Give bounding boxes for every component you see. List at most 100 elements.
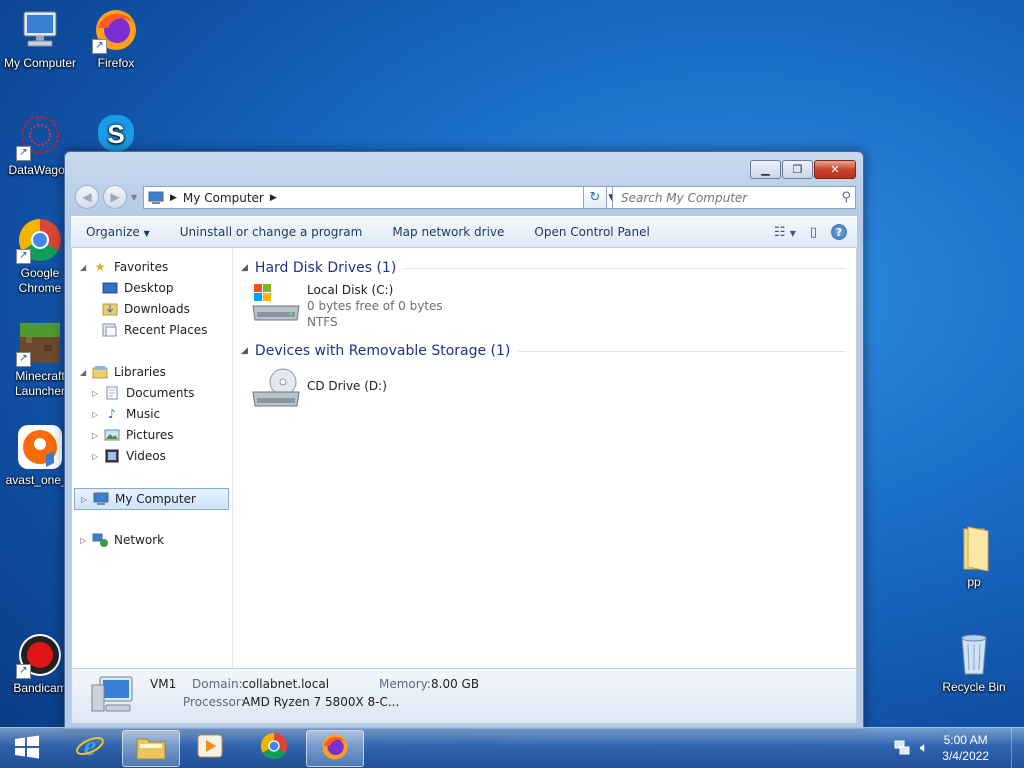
desktop-icon-firefox[interactable]: ↗ Firefox: [76, 6, 156, 71]
group-divider: [404, 267, 846, 269]
expand-icon[interactable]: ▷: [80, 536, 90, 545]
avast-icon: [16, 423, 64, 471]
domain-label: Domain:: [192, 677, 243, 691]
sidebar-item-network[interactable]: ▷ Network: [80, 530, 164, 550]
documents-icon: [104, 385, 120, 401]
clock[interactable]: 5:00 AM 3/4/2022: [942, 732, 989, 764]
minimize-button[interactable]: ▁: [750, 160, 781, 179]
search-box[interactable]: ⚲: [612, 186, 856, 209]
datawagon-icon: ↗: [16, 113, 64, 161]
sidebar-item-desktop[interactable]: Desktop: [102, 278, 174, 298]
taskbar-google-chrome[interactable]: [246, 730, 302, 765]
expand-icon[interactable]: ▷: [92, 452, 102, 461]
back-button[interactable]: ◀: [75, 185, 99, 209]
navigation-pane: ◢ ★ Favorites Desktop Downloads Recent P…: [72, 248, 233, 668]
drive-local-disk-c[interactable]: Local Disk (C:) 0 bytes free of 0 bytes …: [251, 282, 443, 330]
minimize-icon: ▁: [761, 163, 770, 176]
desktop-icon-my-computer[interactable]: My Computer: [0, 6, 80, 71]
restore-icon: ❐: [792, 163, 803, 176]
sidebar-item-music[interactable]: ▷ ♪ Music: [92, 404, 160, 424]
windows-logo-icon: [13, 735, 41, 762]
sidebar-item-label: Documents: [126, 386, 195, 400]
desktop-icon-recycle-bin[interactable]: Recycle Bin: [934, 630, 1014, 695]
expand-icon[interactable]: ▷: [81, 495, 91, 504]
collapse-group-icon[interactable]: ◢: [241, 346, 248, 356]
address-bar[interactable]: ▶ My Computer ▶ ▼: [143, 186, 621, 209]
desktop-icon-label: My Computer: [3, 56, 77, 70]
libraries-icon: [92, 364, 108, 380]
group-header-removable-storage[interactable]: ◢ Devices with Removable Storage (1): [241, 341, 846, 361]
search-input[interactable]: [619, 189, 833, 206]
expand-icon[interactable]: ▷: [92, 389, 102, 398]
shortcut-arrow-icon: ↗: [16, 249, 31, 264]
system-tray: 🔈︎ 5:00 AM 3/4/2022: [894, 728, 1024, 768]
sidebar-item-documents[interactable]: ▷ Documents: [92, 383, 194, 403]
navigation-bar: ◀ ▶ ▼ ▶ My Computer ▶ ▼ ↻ ⚲: [75, 184, 857, 210]
forward-button[interactable]: ▶: [103, 185, 127, 209]
firefox-icon: ↗: [92, 6, 140, 54]
sidebar-item-label: Videos: [126, 449, 166, 463]
breadcrumb-arrow-icon[interactable]: ▶: [270, 193, 277, 203]
cd-drive-icon: [251, 366, 301, 410]
collapse-icon[interactable]: ◢: [80, 263, 90, 272]
group-header-hard-disks[interactable]: ◢ Hard Disk Drives (1): [241, 258, 846, 278]
drive-free-space: 0 bytes free of 0 bytes: [307, 299, 443, 313]
search-icon[interactable]: ⚲: [841, 190, 851, 205]
uninstall-program-button[interactable]: Uninstall or change a program: [165, 225, 378, 239]
sidebar-item-pictures[interactable]: ▷ Pictures: [92, 425, 174, 445]
network-status-icon[interactable]: [894, 739, 910, 758]
drive-cd-d[interactable]: CD Drive (D:): [251, 366, 387, 410]
sidebar-item-videos[interactable]: ▷ Videos: [92, 446, 166, 466]
taskbar-media-player[interactable]: [182, 730, 238, 765]
details-pane: VM1 Domain: collabnet.local Memory: 8.00…: [71, 668, 857, 724]
group-title: Devices with Removable Storage (1): [254, 343, 511, 359]
taskbar-firefox[interactable]: [306, 730, 364, 767]
hard-drive-icon: [251, 282, 301, 326]
drive-name: CD Drive (D:): [307, 379, 387, 393]
sidebar-item-label: Libraries: [114, 365, 166, 379]
shortcut-arrow-icon: ↗: [16, 146, 31, 161]
preview-pane-icon[interactable]: ▯: [810, 225, 817, 240]
breadcrumb-arrow-icon[interactable]: ▶: [170, 193, 177, 203]
clock-time: 5:00 AM: [943, 733, 988, 747]
start-button[interactable]: [4, 731, 50, 765]
close-icon: ✕: [830, 163, 840, 176]
sidebar-item-downloads[interactable]: Downloads: [102, 299, 190, 319]
organize-button[interactable]: Organize ▼: [71, 225, 165, 239]
help-icon[interactable]: ?: [831, 224, 847, 240]
sidebar-item-my-computer[interactable]: ▷ My Computer: [74, 488, 229, 510]
clock-date: 3/4/2022: [942, 749, 989, 763]
sidebar-item-favorites[interactable]: ◢ ★ Favorites: [80, 257, 168, 277]
recent-pages-dropdown-icon[interactable]: ▼: [131, 193, 137, 202]
taskbar-internet-explorer[interactable]: e: [62, 730, 118, 765]
sidebar-item-libraries[interactable]: ◢ Libraries: [80, 362, 166, 382]
expand-icon[interactable]: ▷: [92, 410, 102, 419]
open-control-panel-button[interactable]: Open Control Panel: [519, 225, 664, 239]
change-view-icon[interactable]: ☷ ▼: [774, 225, 796, 240]
collapse-icon[interactable]: ◢: [80, 368, 90, 377]
desktop-icon-pp-folder[interactable]: pp: [934, 525, 1014, 590]
map-network-drive-button[interactable]: Map network drive: [377, 225, 519, 239]
desktop-icon-label: Firefox: [97, 56, 135, 70]
recycle-bin-icon: [950, 630, 998, 678]
shortcut-arrow-icon: ↗: [16, 352, 31, 367]
refresh-button[interactable]: ↻: [583, 186, 607, 209]
show-desktop-button[interactable]: [1011, 728, 1024, 768]
sidebar-item-label: Downloads: [124, 302, 190, 316]
sidebar-item-label: Desktop: [124, 281, 174, 295]
computer-icon: [16, 6, 64, 54]
drive-name: Local Disk (C:): [307, 283, 394, 297]
forward-arrow-icon: ▶: [110, 190, 120, 204]
taskbar-file-explorer[interactable]: [122, 730, 180, 767]
group-title: Hard Disk Drives (1): [254, 260, 397, 276]
window-controls: ▁ ❐ ✕: [750, 160, 856, 179]
breadcrumb-my-computer[interactable]: My Computer: [183, 191, 264, 205]
close-button[interactable]: ✕: [814, 160, 856, 179]
maximize-button[interactable]: ❐: [782, 160, 813, 179]
svg-text:S: S: [107, 119, 124, 149]
expand-icon[interactable]: ▷: [92, 431, 102, 440]
collapse-group-icon[interactable]: ◢: [241, 263, 248, 273]
drive-file-system: NTFS: [307, 315, 338, 329]
sidebar-item-recent-places[interactable]: Recent Places: [102, 320, 207, 340]
volume-icon[interactable]: 🔈︎: [920, 740, 928, 756]
